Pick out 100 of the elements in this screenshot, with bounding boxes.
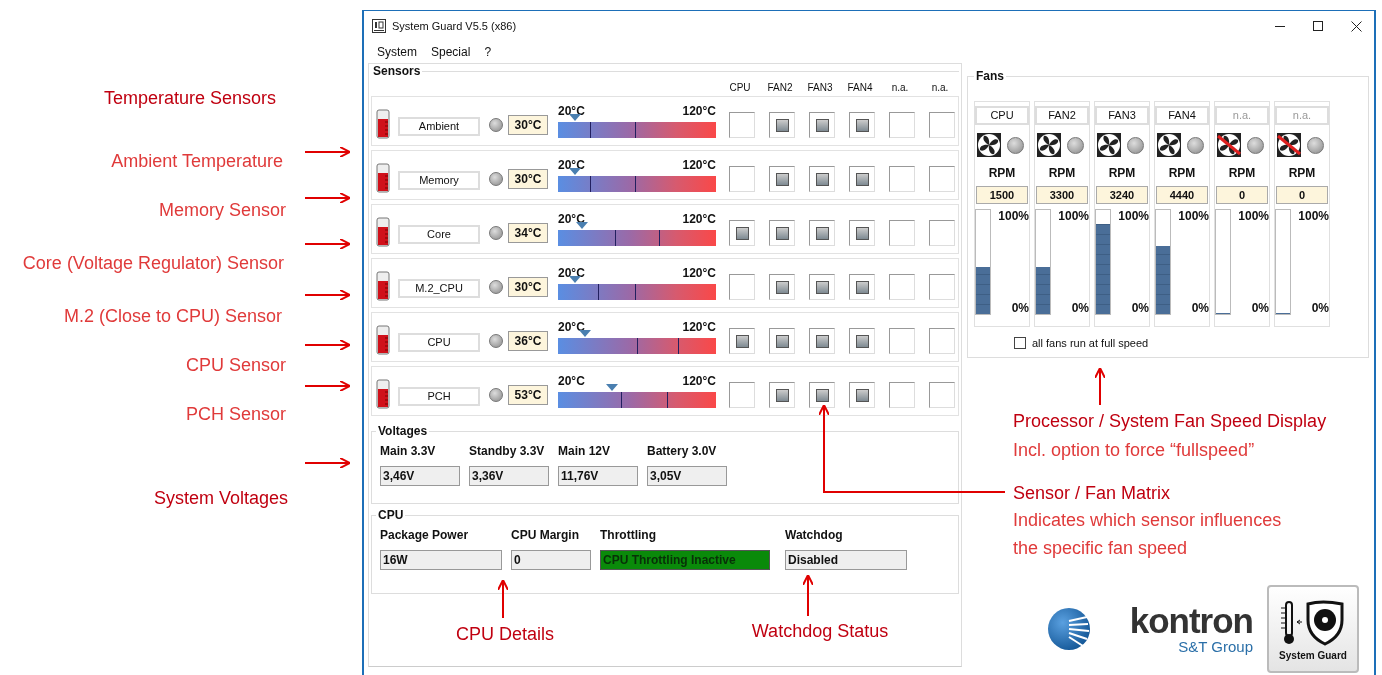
matrix-checkbox[interactable] bbox=[809, 328, 835, 354]
matrix-checkbox[interactable] bbox=[929, 382, 955, 408]
matrix-checkbox[interactable] bbox=[809, 382, 835, 408]
annotation-text: PCH Sensor bbox=[184, 403, 286, 426]
matrix-checkbox[interactable] bbox=[849, 382, 875, 408]
scale-max-label: 100% bbox=[997, 209, 1029, 223]
cpu-label: CPU Margin bbox=[511, 528, 580, 542]
matrix-checkbox[interactable] bbox=[769, 166, 795, 192]
matrix-checkbox[interactable] bbox=[809, 220, 835, 246]
checkbox-label[interactable]: all fans run at full speed bbox=[1032, 337, 1149, 349]
matrix-checkbox[interactable] bbox=[849, 220, 875, 246]
rpm-value: 1500 bbox=[976, 186, 1028, 204]
voltage-field: 11,76V bbox=[558, 466, 638, 486]
matrix-checkbox[interactable] bbox=[929, 112, 955, 138]
status-led bbox=[1187, 136, 1204, 154]
scale-min-label: 20°C bbox=[558, 320, 585, 334]
annotation-text: Core (Voltage Regulator) Sensor bbox=[21, 252, 284, 275]
group-title: Fans bbox=[975, 69, 1005, 83]
checkbox[interactable] bbox=[1014, 337, 1026, 349]
matrix-checkbox[interactable] bbox=[849, 112, 875, 138]
status-led bbox=[489, 118, 503, 132]
matrix-checkbox[interactable] bbox=[889, 220, 915, 246]
matrix-checkbox[interactable] bbox=[769, 382, 795, 408]
matrix-checkbox[interactable] bbox=[889, 382, 915, 408]
rpm-value: 4440 bbox=[1156, 186, 1208, 204]
scale-min-label: 0% bbox=[1310, 301, 1329, 315]
scale-min-label: 0% bbox=[1070, 301, 1089, 315]
matrix-checkbox[interactable] bbox=[769, 328, 795, 354]
group-name: S&T Group bbox=[1178, 637, 1253, 655]
annotation-arrow bbox=[304, 380, 351, 392]
window-title: System Guard V5.5 (x86) bbox=[392, 20, 517, 32]
matrix-checkbox[interactable] bbox=[729, 328, 755, 354]
matrix-checkbox[interactable] bbox=[849, 328, 875, 354]
temperature-value: 36°C bbox=[508, 331, 548, 351]
scale-min-label: 20°C bbox=[558, 266, 585, 280]
rpm-value: 3300 bbox=[1036, 186, 1088, 204]
sensor-name-field: PCH bbox=[398, 386, 480, 406]
column-header: n.a. bbox=[890, 81, 910, 93]
scale-max-label: 100% bbox=[1057, 209, 1089, 223]
scale-min-label: 20°C bbox=[558, 158, 585, 172]
thermometer-icon bbox=[376, 271, 390, 301]
scale-min-label: 0% bbox=[1010, 301, 1029, 315]
matrix-checkbox[interactable] bbox=[889, 112, 915, 138]
group-title: Voltages bbox=[377, 424, 429, 438]
maximize-icon[interactable] bbox=[1313, 21, 1323, 31]
voltage-field: 3,05V bbox=[647, 466, 727, 486]
rpm-label: RPM bbox=[1288, 166, 1316, 180]
annotation-text: CPU Details bbox=[455, 623, 555, 646]
matrix-checkbox[interactable] bbox=[929, 328, 955, 354]
status-led bbox=[1067, 136, 1084, 154]
thermometer-icon bbox=[376, 325, 390, 355]
close-icon[interactable] bbox=[1351, 20, 1362, 32]
rpm-value: 0 bbox=[1216, 186, 1268, 204]
rpm-value: 0 bbox=[1276, 186, 1328, 204]
scale-max-label: 100% bbox=[1297, 209, 1329, 223]
cpu-field: Disabled bbox=[785, 550, 907, 570]
matrix-checkbox[interactable] bbox=[889, 328, 915, 354]
annotation-arrow bbox=[304, 146, 351, 158]
annotation-text: Temperature Sensors bbox=[102, 87, 276, 110]
status-led bbox=[1247, 136, 1264, 154]
voltage-label: Standby 3.3V bbox=[469, 444, 546, 458]
matrix-checkbox[interactable] bbox=[849, 166, 875, 192]
matrix-checkbox[interactable] bbox=[889, 274, 915, 300]
matrix-checkbox[interactable] bbox=[729, 382, 755, 408]
matrix-checkbox[interactable] bbox=[809, 166, 835, 192]
matrix-checkbox[interactable] bbox=[889, 166, 915, 192]
annotation-arrow bbox=[304, 339, 351, 351]
scale-min-label: 20°C bbox=[558, 104, 585, 118]
fan-name-field: FAN4 bbox=[1155, 106, 1209, 125]
matrix-checkbox[interactable] bbox=[769, 274, 795, 300]
temperature-value: 53°C bbox=[508, 385, 548, 405]
temperature-value: 34°C bbox=[508, 223, 548, 243]
matrix-checkbox[interactable] bbox=[809, 112, 835, 138]
matrix-checkbox[interactable] bbox=[729, 112, 755, 138]
matrix-checkbox[interactable] bbox=[729, 166, 755, 192]
cpu-field: 16W bbox=[380, 550, 502, 570]
annotation-arrow bbox=[497, 579, 509, 619]
matrix-checkbox[interactable] bbox=[929, 274, 955, 300]
voltage-field: 3,36V bbox=[469, 466, 549, 486]
matrix-checkbox[interactable] bbox=[929, 220, 955, 246]
matrix-checkbox[interactable] bbox=[849, 274, 875, 300]
scale-max-label: 120°C bbox=[682, 374, 716, 388]
annotation-arrow bbox=[1094, 367, 1106, 406]
matrix-checkbox[interactable] bbox=[769, 112, 795, 138]
column-header: FAN2 bbox=[767, 81, 793, 93]
matrix-checkbox[interactable] bbox=[729, 274, 755, 300]
fan-name-field: n.a. bbox=[1215, 106, 1269, 125]
rpm-label: RPM bbox=[1048, 166, 1076, 180]
matrix-checkbox[interactable] bbox=[809, 274, 835, 300]
annotation-arrow bbox=[304, 238, 351, 250]
rpm-value: 3240 bbox=[1096, 186, 1148, 204]
menu-item[interactable]: System bbox=[377, 45, 417, 59]
column-header: CPU bbox=[728, 81, 752, 93]
globe-logo-icon bbox=[1047, 607, 1091, 651]
menu-item[interactable]: Special bbox=[431, 45, 471, 59]
matrix-checkbox[interactable] bbox=[729, 220, 755, 246]
menu-item[interactable]: ? bbox=[484, 45, 492, 59]
matrix-checkbox[interactable] bbox=[769, 220, 795, 246]
matrix-checkbox[interactable] bbox=[929, 166, 955, 192]
scale-max-label: 120°C bbox=[682, 104, 716, 118]
